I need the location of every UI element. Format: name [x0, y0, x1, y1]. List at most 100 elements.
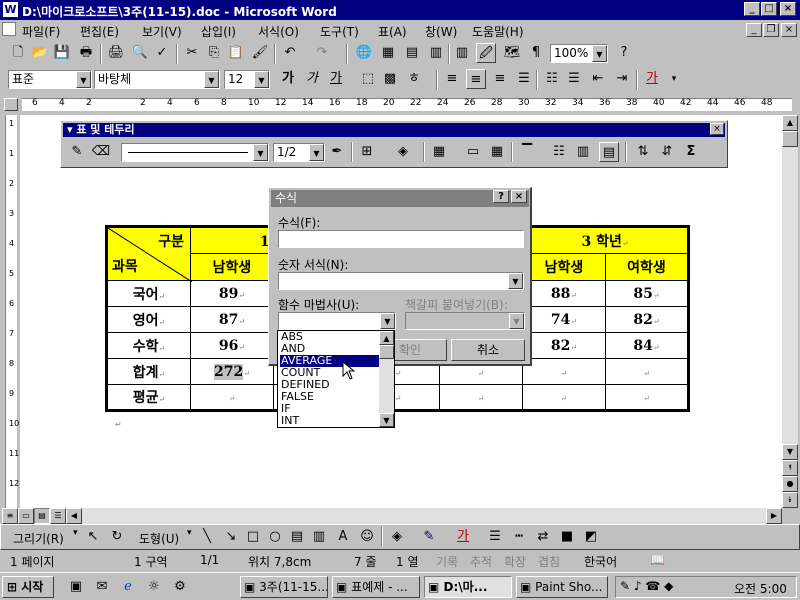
score-cell[interactable]: 82↵: [605, 306, 689, 333]
rectangle-icon[interactable]: □: [243, 527, 263, 547]
underline-button[interactable]: 가: [326, 69, 346, 89]
split-cells-icon[interactable]: ▦: [487, 142, 507, 162]
chevron-down-icon[interactable]: ▾: [664, 69, 684, 89]
columns-icon[interactable]: ▥: [452, 43, 472, 63]
dialog-close-button[interactable]: ×: [511, 190, 527, 203]
score-cell[interactable]: ↵: [522, 358, 606, 385]
tables-borders-icon[interactable]: ▦: [378, 43, 398, 63]
justify-icon[interactable]: ☰: [514, 69, 534, 89]
menu-format[interactable]: 서식(O): [258, 23, 299, 40]
scroll-down-icon[interactable]: ▼: [782, 444, 798, 460]
ruler-strip[interactable]: 6 4 2 2 4 6 8 10 12 14 16 18 20 22 24 26 28 30 32 34 36 38 40 4…: [22, 98, 792, 111]
preview-icon[interactable]: 🔍: [130, 43, 150, 63]
spelling-icon[interactable]: ✓: [152, 43, 172, 63]
font-select[interactable]: 바탕체 ▼: [94, 70, 220, 89]
align-right-icon[interactable]: ≡: [490, 69, 510, 89]
outline-view-icon[interactable]: ☰: [50, 508, 66, 524]
subject-cell[interactable]: 영어↵: [106, 306, 191, 333]
chevron-down-icon[interactable]: ▼: [76, 71, 91, 88]
menu-window[interactable]: 창(W): [425, 23, 457, 40]
function-select[interactable]: ▼: [278, 312, 396, 330]
increase-indent-icon[interactable]: ⇥: [612, 69, 632, 89]
clock[interactable]: 오전 5:00: [734, 580, 787, 597]
status-ovr[interactable]: 겹침: [538, 553, 560, 570]
score-cell[interactable]: 87↵: [190, 306, 274, 333]
subject-cell[interactable]: 합계↵: [106, 358, 191, 385]
vertical-textbox-icon[interactable]: ▥: [309, 527, 329, 547]
score-cell[interactable]: ↵: [439, 384, 523, 411]
score-cell[interactable]: 74↵: [522, 306, 606, 333]
task-button[interactable]: ▣ 3주(11-15...: [240, 576, 328, 598]
insert-excel-icon[interactable]: ▥: [426, 43, 446, 63]
chevron-down-icon[interactable]: ▼: [309, 144, 324, 161]
score-cell[interactable]: 84↵: [605, 332, 689, 359]
task-button[interactable]: ▣ 표예제 - ...: [332, 576, 420, 598]
save-icon[interactable]: 💾: [52, 43, 72, 63]
sort-ascending-icon[interactable]: ⇅: [633, 142, 653, 162]
free-rotate-icon[interactable]: ↻: [107, 527, 127, 547]
shadow-icon[interactable]: ■: [557, 527, 577, 547]
align-top-icon[interactable]: ▔: [517, 142, 537, 162]
score-cell[interactable]: ↵: [605, 384, 689, 411]
task-button[interactable]: ▣ Paint Sho...: [516, 576, 608, 598]
menu-tools[interactable]: 도구(T): [320, 23, 359, 40]
grade1-male[interactable]: 남학생: [190, 253, 274, 281]
size-select[interactable]: 12 ▼: [224, 70, 270, 89]
subject-cell[interactable]: 국어↵: [106, 280, 191, 307]
hyperlink-icon[interactable]: 🌐: [354, 43, 374, 63]
outlook-icon[interactable]: ✉: [92, 577, 112, 597]
quicklaunch-icon[interactable]: ☼: [144, 577, 164, 597]
vruler-strip[interactable]: 1 1 2 3 4 5 6 7 8 9 10 11 12: [5, 115, 19, 508]
list-item[interactable]: INT: [280, 415, 380, 427]
show-hide-icon[interactable]: ¶: [526, 43, 546, 63]
draw-table-icon[interactable]: ✎: [67, 142, 87, 162]
open-icon[interactable]: 📂: [30, 43, 50, 63]
merge-cells-icon[interactable]: ▭: [463, 142, 483, 162]
table-autoformat-icon[interactable]: ▤: [599, 142, 619, 162]
dialog-titlebar[interactable]: 수식: [271, 190, 529, 207]
chevron-down-icon[interactable]: ▼: [253, 144, 268, 161]
chevron-down-icon[interactable]: ▾: [187, 528, 192, 538]
draw-menu-button[interactable]: 그리기(R): [13, 530, 64, 547]
select-objects-icon[interactable]: ↖: [83, 527, 103, 547]
distribute-columns-icon[interactable]: ▥: [573, 142, 593, 162]
status-trk[interactable]: 추적: [470, 553, 492, 570]
desktop-icon[interactable]: ▣: [66, 577, 86, 597]
phonetic-icon[interactable]: ㅎ: [404, 69, 424, 89]
vertical-scrollbar[interactable]: ▲ ▼ ⯭ ● ⯯: [782, 115, 798, 508]
diagonal-header-cell[interactable]: 구분 과목: [106, 226, 192, 282]
3d-icon[interactable]: ◩: [581, 527, 601, 547]
score-cell[interactable]: 82↵: [522, 332, 606, 359]
new-icon[interactable]: 🗋: [8, 43, 28, 63]
dialog-help-button[interactable]: ?: [493, 190, 509, 203]
scroll-right-icon[interactable]: ▶: [766, 508, 782, 524]
next-page-icon[interactable]: ⯯: [782, 492, 798, 508]
line-style-select[interactable]: ▼: [121, 143, 269, 162]
score-cell[interactable]: ↵: [190, 384, 274, 411]
scroll-thumb[interactable]: [379, 345, 394, 359]
menu-table[interactable]: 표(A): [378, 23, 407, 40]
line-color-icon[interactable]: ✎: [419, 527, 439, 547]
list-item[interactable]: FALSE: [280, 391, 380, 403]
normal-view-icon[interactable]: ≡: [2, 508, 18, 524]
online-layout-icon[interactable]: ▭: [18, 508, 34, 524]
oval-icon[interactable]: ○: [265, 527, 285, 547]
chevron-down-icon[interactable]: ▼: [592, 45, 607, 62]
dash-style-icon[interactable]: ┅: [509, 527, 529, 547]
autosum-icon[interactable]: Σ: [681, 142, 701, 162]
doc-restore-button[interactable]: ❐: [763, 23, 779, 37]
menu-edit[interactable]: 편집(E): [80, 23, 119, 40]
redo-icon[interactable]: ↷: [312, 43, 332, 63]
status-ext[interactable]: 확장: [504, 553, 526, 570]
cut-icon[interactable]: ✂: [182, 43, 202, 63]
chevron-down-icon[interactable]: ▼: [204, 71, 219, 88]
clipart-icon[interactable]: ☺: [357, 527, 377, 547]
scroll-down-icon[interactable]: ▼: [379, 413, 394, 427]
arrow-icon[interactable]: ↘: [221, 527, 241, 547]
score-cell[interactable]: 89↵: [190, 280, 274, 307]
shading-color-icon[interactable]: ◈: [393, 142, 413, 162]
close-icon[interactable]: ×: [710, 123, 724, 135]
copy-icon[interactable]: ⎘: [204, 43, 224, 63]
help-icon[interactable]: ?: [614, 43, 634, 63]
arrow-style-icon[interactable]: ⇄: [533, 527, 553, 547]
